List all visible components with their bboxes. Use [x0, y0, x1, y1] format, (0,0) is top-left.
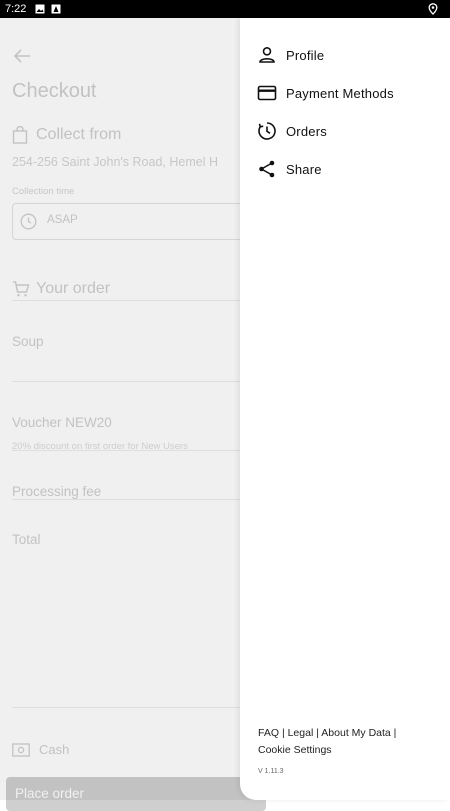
- menu-item-label: Profile: [286, 47, 325, 63]
- share-icon: [257, 159, 277, 179]
- image-notification-icon: [35, 4, 45, 14]
- footer-separator: |: [281, 727, 285, 739]
- person-icon: [257, 45, 277, 65]
- menu-item-payment-methods[interactable]: Payment Methods: [240, 74, 450, 112]
- location-icon: [428, 3, 438, 18]
- history-icon: [257, 121, 277, 141]
- menu-item-label: Share: [286, 161, 322, 177]
- app-notification-icon: [51, 4, 61, 14]
- menu-item-profile[interactable]: Profile: [240, 36, 450, 74]
- navigation-drawer: Profile Payment Methods Orders Share FAQ…: [240, 18, 450, 800]
- menu-item-label: Payment Methods: [286, 85, 394, 101]
- menu-item-orders[interactable]: Orders: [240, 112, 450, 150]
- faq-link[interactable]: FAQ: [258, 727, 279, 739]
- app-version: V 1.11.3: [258, 768, 284, 775]
- footer-separator: |: [316, 727, 319, 739]
- drawer-menu: Profile Payment Methods Orders Share: [240, 36, 450, 188]
- legal-link[interactable]: Legal: [288, 727, 314, 739]
- status-bar: 7:22: [0, 0, 450, 18]
- menu-item-share[interactable]: Share: [240, 150, 450, 188]
- cookie-settings-link[interactable]: Cookie Settings: [258, 744, 332, 756]
- status-time: 7:22: [5, 3, 27, 15]
- menu-item-label: Orders: [286, 123, 327, 139]
- drawer-footer-links: FAQ | Legal | About My Data | Cookie Set…: [258, 725, 438, 759]
- credit-card-icon: [257, 83, 277, 103]
- about-my-data-link[interactable]: About My Data: [321, 727, 390, 739]
- footer-separator: |: [393, 727, 397, 739]
